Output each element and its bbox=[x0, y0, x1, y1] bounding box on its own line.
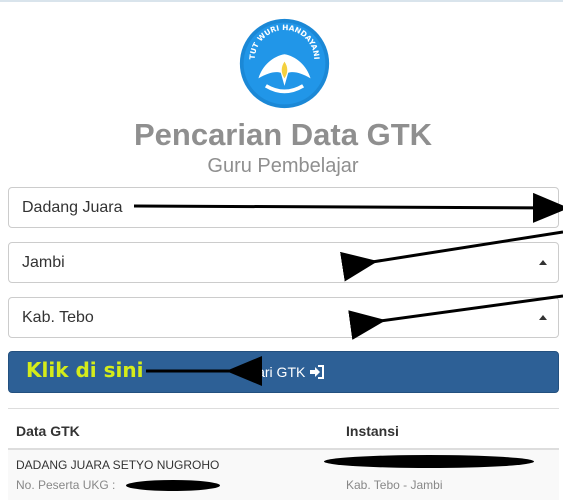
redaction-mark bbox=[324, 455, 534, 468]
column-header-data-gtk: Data GTK bbox=[16, 423, 80, 439]
redaction-mark bbox=[126, 480, 220, 491]
caret-up-icon bbox=[539, 260, 547, 265]
column-header-instansi: Instansi bbox=[346, 423, 399, 439]
results-divider bbox=[8, 408, 559, 409]
province-select-value: Jambi bbox=[22, 253, 65, 271]
caret-up-icon bbox=[539, 315, 547, 320]
sign-in-icon bbox=[310, 365, 325, 379]
district-select[interactable]: Kab. Tebo bbox=[8, 297, 559, 338]
tut-wuri-handayani-logo: TUT WURI HANDAYANI bbox=[239, 18, 330, 109]
cari-gtk-label: Cari GTK bbox=[247, 364, 306, 380]
name-input[interactable]: Dadang Juara bbox=[8, 187, 559, 228]
page-subtitle: Guru Pembelajar bbox=[207, 155, 359, 177]
institution-location: Kab. Tebo - Jambi bbox=[346, 478, 443, 492]
district-select-value: Kab. Tebo bbox=[22, 308, 94, 326]
page-title: Pencarian Data GTK bbox=[133, 117, 433, 152]
cari-gtk-label-group: Cari GTK bbox=[247, 364, 325, 380]
ukg-number-label: No. Peserta UKG : bbox=[16, 478, 116, 492]
name-input-value: Dadang Juara bbox=[22, 198, 123, 216]
top-border bbox=[0, 0, 563, 2]
teacher-name: DADANG JUARA SETYO NUGROHO bbox=[16, 458, 220, 472]
province-select[interactable]: Jambi bbox=[8, 242, 559, 283]
click-here-annotation: Klik di sini bbox=[26, 358, 144, 382]
